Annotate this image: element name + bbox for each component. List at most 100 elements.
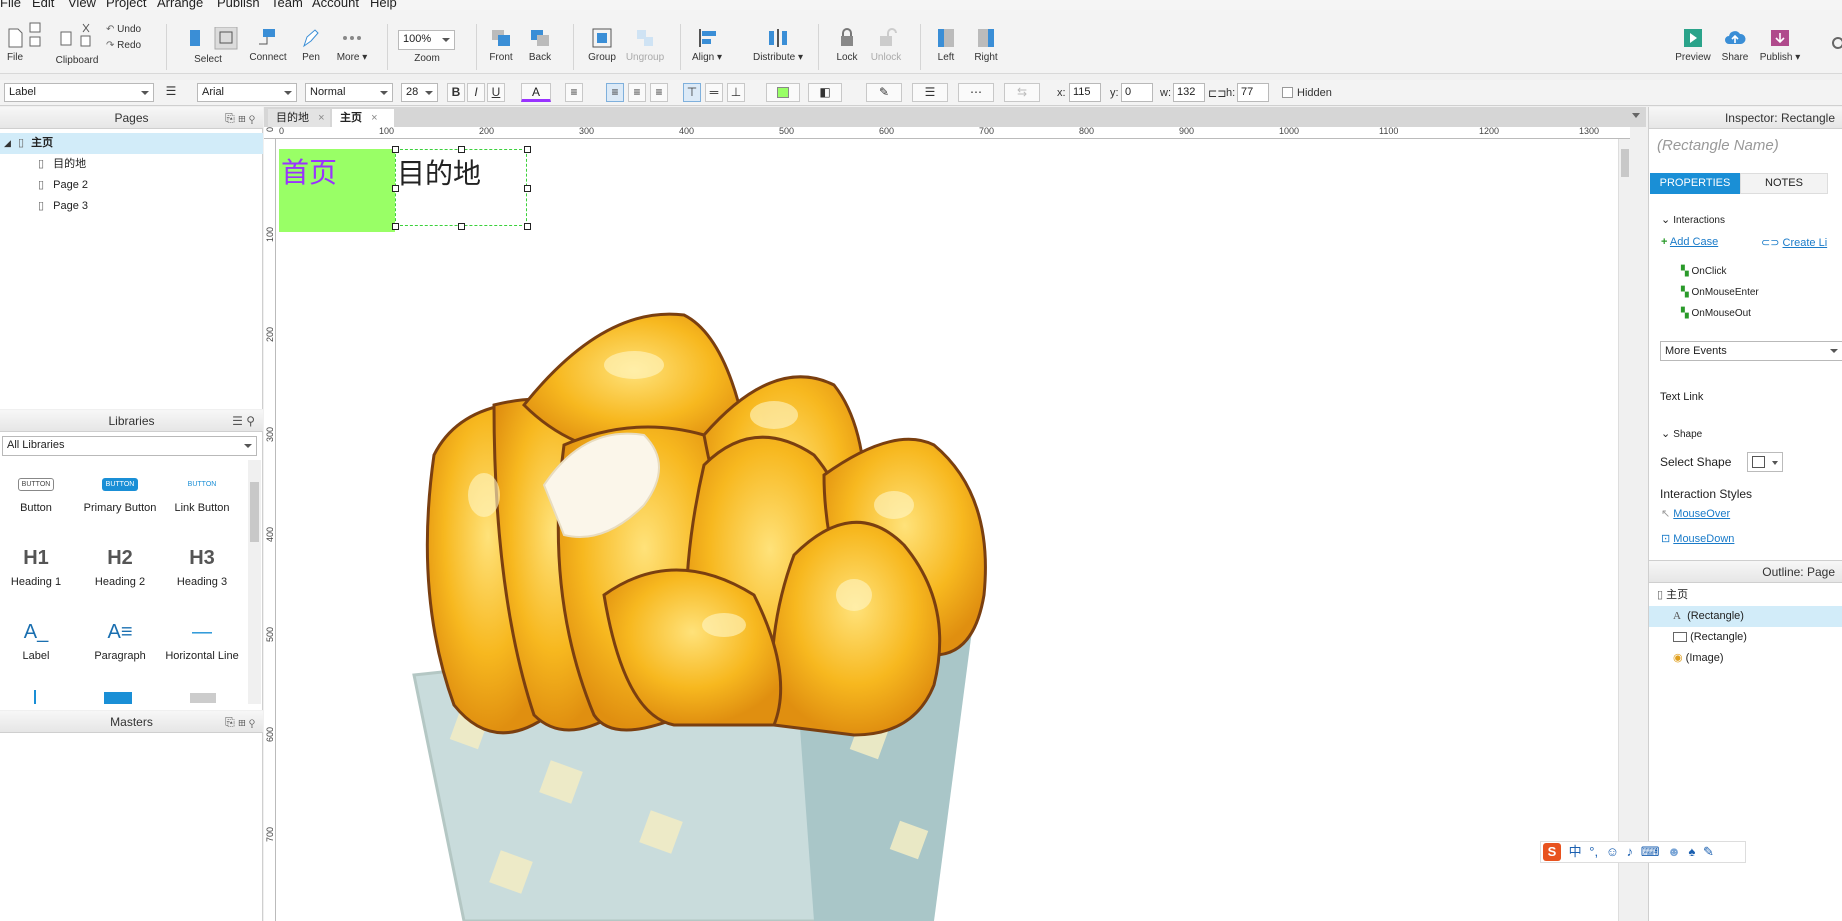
resize-handle[interactable] — [458, 146, 465, 153]
tab-destination[interactable]: 目的地 × — [268, 109, 330, 127]
italic-button[interactable]: I — [467, 83, 485, 102]
menu-arrange[interactable]: Arrange — [157, 0, 203, 10]
arrow-style-button[interactable]: ⇆ — [1004, 83, 1040, 102]
menu-account[interactable]: Account — [312, 0, 359, 10]
resize-handle[interactable] — [392, 146, 399, 153]
widget-type-select[interactable]: Label — [4, 83, 154, 102]
library-item-heading3[interactable]: H3 Heading 3 — [160, 540, 244, 589]
outline-item-rect[interactable]: (Rectangle) — [1649, 627, 1842, 648]
preview-button[interactable]: Preview — [1674, 28, 1712, 63]
valign-bottom-icon[interactable]: ⊥ — [727, 83, 745, 102]
mousedown-link[interactable]: ⊡ MouseDown — [1661, 532, 1734, 545]
more-events-select[interactable]: More Events — [1660, 341, 1842, 361]
shirt-icon[interactable]: ♠ — [1688, 844, 1695, 859]
page-item-page2[interactable]: ▯ Page 2 — [0, 175, 88, 196]
create-link-link[interactable]: ⊂⊃ Create Li — [1761, 236, 1827, 249]
event-onmouseenter[interactable]: ▚ OnMouseEnter — [1681, 287, 1759, 298]
distribute-button[interactable]: Distribute ▾ — [752, 28, 804, 63]
outline-item-image[interactable]: ◉ (Image) — [1649, 648, 1842, 669]
shape-section[interactable]: ⌄ Shape — [1661, 427, 1702, 440]
mouseover-link[interactable]: ↖ MouseOver — [1661, 507, 1730, 520]
align-right-icon[interactable]: ≡ — [650, 83, 668, 102]
page-item-destination[interactable]: ▯ 目的地 — [0, 154, 86, 175]
font-size-select[interactable]: 28 — [401, 83, 438, 102]
resize-handle[interactable] — [524, 146, 531, 153]
resize-handle[interactable] — [392, 223, 399, 230]
home-rectangle[interactable]: 首页 — [279, 149, 395, 232]
style-icon[interactable]: ☰ — [162, 83, 180, 102]
menu-project[interactable]: Project — [106, 0, 146, 10]
align-center-icon[interactable]: ≡ — [628, 83, 646, 102]
line-style-button[interactable]: ⋯ — [958, 83, 994, 102]
wrench-icon[interactable]: ✎ — [1703, 844, 1714, 859]
left-button[interactable]: Left — [931, 28, 961, 63]
aspect-lock-icon[interactable]: ⊏⊐ — [1208, 87, 1226, 100]
valign-top-icon[interactable]: ⊤ — [683, 83, 701, 102]
menu-help[interactable]: Help — [370, 0, 397, 10]
close-icon[interactable]: × — [318, 112, 324, 124]
font-family-select[interactable]: Arial — [197, 83, 297, 102]
ungroup-button[interactable]: Ungroup — [624, 28, 666, 63]
outline-item-text-rect[interactable]: A (Rectangle) — [1649, 606, 1842, 627]
scroll-thumb[interactable] — [250, 482, 259, 542]
library-item-heading1[interactable]: H1 Heading 1 — [0, 540, 78, 589]
add-case-link[interactable]: + Add Case — [1661, 236, 1718, 248]
more-button[interactable]: More ▾ — [334, 28, 370, 63]
library-select[interactable]: All Libraries — [2, 436, 257, 456]
share-button[interactable]: Share — [1718, 28, 1752, 63]
menu-edit[interactable]: Edit — [32, 0, 54, 10]
close-icon[interactable]: × — [371, 112, 377, 124]
align-button[interactable]: Align ▾ — [690, 28, 724, 63]
connect-button[interactable]: Connect — [248, 28, 288, 63]
page-item-page3[interactable]: ▯ Page 3 — [0, 196, 88, 217]
resize-handle[interactable] — [524, 223, 531, 230]
clipboard-button[interactable]: Clipboard — [54, 22, 100, 72]
tab-properties[interactable]: PROPERTIES — [1650, 173, 1740, 194]
x-input[interactable]: 115 — [1069, 83, 1101, 102]
y-input[interactable]: 0 — [1121, 83, 1153, 102]
back-button[interactable]: Back — [525, 28, 555, 63]
undo-button[interactable]: ↶ Undo — [106, 24, 152, 35]
bullet-list-icon[interactable]: ≡ — [565, 83, 583, 102]
destination-rectangle[interactable]: 目的地 — [392, 146, 531, 230]
tab-home[interactable]: 主页 × — [332, 109, 394, 127]
masters-tools-icons[interactable]: ⎘ ⊞ ⚲ — [225, 711, 255, 733]
save-icons[interactable] — [28, 22, 42, 55]
library-item-label[interactable]: A_ Label — [0, 614, 78, 663]
pastry-image[interactable] — [374, 295, 1014, 921]
ime-lang[interactable]: 中 — [1569, 844, 1582, 859]
h-input[interactable]: 77 — [1237, 83, 1269, 102]
hidden-checkbox[interactable] — [1282, 87, 1293, 98]
publish-button[interactable]: Publish ▾ — [1758, 28, 1802, 63]
front-button[interactable]: Front — [486, 28, 516, 63]
shape-name-input[interactable]: (Rectangle Name) — [1657, 137, 1779, 154]
shape-select[interactable] — [1747, 452, 1783, 472]
text-link-label[interactable]: Text Link — [1660, 391, 1703, 403]
ime-toolbar[interactable]: S 中 °, ☺ ♪ ⌨ ☻ ♠ ✎ — [1540, 841, 1746, 863]
emoji-icon[interactable]: ☺ — [1606, 844, 1619, 859]
group-button[interactable]: Group — [585, 28, 619, 63]
canvas-scrollbar[interactable] — [1618, 139, 1630, 921]
library-item-paragraph[interactable]: A≡ Paragraph — [78, 614, 162, 663]
select-button[interactable]: Select — [178, 26, 238, 65]
tab-notes[interactable]: NOTES — [1740, 173, 1828, 194]
page-item-home[interactable]: ◢ ▯ 主页 — [0, 133, 263, 154]
fill-color-button[interactable] — [766, 83, 800, 102]
resize-handle[interactable] — [524, 185, 531, 192]
line-color-button[interactable]: ✎ — [866, 83, 902, 102]
event-onmouseout[interactable]: ▚ OnMouseOut — [1681, 308, 1751, 319]
bold-button[interactable]: B — [447, 83, 465, 102]
menu-view[interactable]: View — [68, 0, 96, 10]
overflow-icon[interactable] — [1830, 36, 1842, 53]
outline-item-page[interactable]: ▯ 主页 — [1649, 585, 1842, 606]
font-weight-select[interactable]: Normal — [305, 83, 393, 102]
shadow-button[interactable]: ◧ — [808, 83, 842, 102]
tabs-dropdown-icon[interactable] — [1632, 113, 1640, 122]
menu-team[interactable]: Team — [271, 0, 303, 10]
library-item-button[interactable]: BUTTON Button — [0, 466, 78, 514]
zoom-select[interactable]: 100% — [398, 30, 455, 50]
microphone-icon[interactable]: ♪ — [1627, 844, 1634, 859]
file-button[interactable]: File — [2, 28, 28, 63]
unlock-button[interactable]: Unlock — [868, 28, 904, 63]
design-canvas[interactable]: 首页 目的地 — [264, 127, 1630, 921]
